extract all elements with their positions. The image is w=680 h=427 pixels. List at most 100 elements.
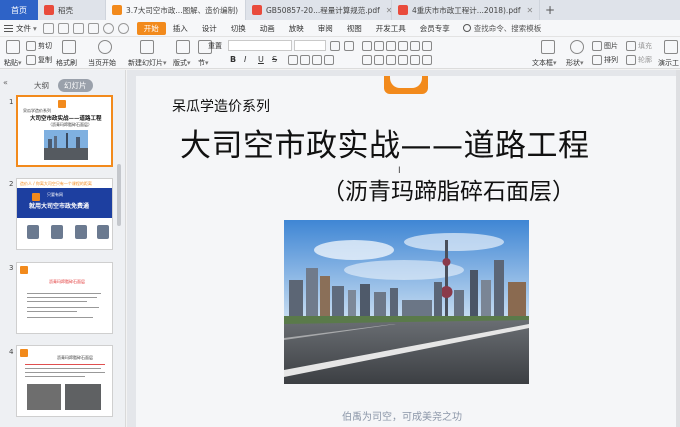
close-tab-icon[interactable]: ✕ — [526, 6, 533, 15]
cut-label: 剪切 — [38, 42, 52, 50]
outline-view-tab[interactable]: 大纲 — [34, 80, 49, 91]
layout-button[interactable]: 版式 ▾ — [173, 58, 191, 68]
city-road-photo[interactable] — [284, 220, 529, 384]
collapse-panel-icon[interactable]: « — [3, 78, 8, 87]
menu-label: 放映 — [288, 23, 304, 33]
menu-review[interactable]: 审阅 — [311, 22, 340, 35]
menu-insert[interactable]: 插入 — [166, 22, 195, 35]
fill-icon — [626, 41, 636, 51]
presenter-tool-button[interactable]: 演示工 — [658, 58, 679, 68]
outline-button[interactable]: 轮廓 — [626, 55, 652, 65]
export-icon[interactable] — [57, 22, 69, 34]
plus-icon: + — [544, 3, 556, 17]
arrange-button[interactable]: 排列 — [592, 55, 618, 65]
logo-icon — [20, 266, 28, 274]
tab-pdf-chongqing[interactable]: 4重庆市市政工程计...2018).pdf ✕ — [392, 0, 540, 20]
slide-editor-canvas: 呆瓜学造价系列 大司空市政实战——道路工程 I （沥青玛蹄脂碎石面层） 伯禹为司… — [127, 70, 680, 427]
bold-button[interactable]: B — [230, 55, 236, 64]
command-search[interactable]: 查找命令、搜索模板 — [462, 23, 541, 34]
save-icon[interactable] — [42, 22, 54, 34]
decrease-font-button[interactable] — [344, 41, 356, 51]
slides-view-tab[interactable]: 幻灯片 — [58, 79, 93, 92]
cut-button[interactable]: 剪切 — [26, 41, 52, 51]
paragraph-group-bottom[interactable] — [362, 55, 434, 65]
italic-button[interactable]: I — [244, 55, 246, 64]
strikethrough-button[interactable]: S — [272, 55, 277, 64]
tab-label: 3.7大司空市政...图解、造价编制) — [126, 5, 239, 15]
font-color-button[interactable] — [288, 55, 336, 65]
indent-decrease-icon — [386, 41, 396, 51]
format-painter-icon[interactable] — [62, 40, 76, 54]
menu-view[interactable]: 视图 — [340, 22, 369, 35]
thumb-heading: 沥青玛蹄脂碎石面层 — [49, 279, 85, 284]
menu-slideshow[interactable]: 放映 — [282, 22, 311, 35]
slide-thumbnail-2[interactable]: 造价人 / 你离大司空只有一个课程的距离 只要有网 就用大司空市政免费通 — [16, 178, 113, 250]
menu-label: 设计 — [201, 23, 217, 33]
numbered-list-icon — [374, 41, 384, 51]
slide-number: 1 — [9, 98, 14, 106]
layout-icon[interactable] — [176, 40, 190, 54]
copy-button[interactable]: 复制 — [26, 55, 52, 65]
slide-subtitle[interactable]: （沥青玛蹄脂碎石面层） — [322, 172, 575, 206]
current-slide[interactable]: 呆瓜学造价系列 大司空市政实战——道路工程 I （沥青玛蹄脂碎石面层） 伯禹为司… — [136, 76, 678, 427]
preview-icon[interactable] — [87, 22, 99, 34]
slide-thumbnail-1[interactable]: 呆瓜学造价系列 大司空市政实战——道路工程 （沥青玛蹄脂碎石面层） — [16, 95, 113, 167]
slide-brand[interactable]: 呆瓜学造价系列 — [172, 96, 270, 116]
tab-pdf-gb50857[interactable]: GB50857-20...程量计算规范.pdf ✕ — [246, 0, 392, 20]
font-size-select[interactable] — [294, 40, 326, 51]
tab-label: GB50857-20...程量计算规范.pdf — [266, 5, 380, 15]
shape-button[interactable]: 形状 ▾ — [566, 58, 584, 68]
undo-icon[interactable] — [102, 22, 114, 34]
slide-thumbnail-3[interactable]: 沥青玛蹄脂碎石面层 — [16, 262, 113, 334]
person-icon — [75, 225, 87, 239]
menu-developer[interactable]: 开发工具 — [369, 22, 413, 35]
reset-button[interactable]: 重置 — [196, 41, 222, 51]
thumb-heading: 沥青玛蹄脂碎石面层 — [57, 355, 93, 360]
presenter-tool-icon[interactable] — [664, 40, 678, 54]
file-menu[interactable]: 文件 ▾ — [0, 23, 41, 34]
person-icon — [27, 225, 39, 239]
logo-icon — [58, 100, 66, 108]
paste-icon[interactable] — [6, 40, 20, 54]
new-tab-button[interactable]: + — [540, 0, 560, 20]
docer-icon — [44, 5, 54, 15]
textbox-button[interactable]: 文本框 ▾ — [532, 58, 557, 68]
menu-label: 审阅 — [317, 23, 333, 33]
ribbon-toolbar: 粘贴 ▾ 剪切 复制 格式刷 当页开始 新建幻灯片 ▾ 版式 ▾ 节 ▾ 重置 B I … — [0, 37, 680, 69]
font-family-select[interactable] — [228, 40, 292, 51]
paragraph-group-top[interactable] — [362, 41, 434, 51]
slide-thumbnail-4[interactable]: 沥青玛蹄脂碎石面层 — [16, 345, 113, 417]
font-color-icon — [288, 55, 298, 65]
redo-icon[interactable] — [117, 22, 129, 34]
section-label: 节 — [198, 59, 205, 67]
menu-design[interactable]: 设计 — [195, 22, 224, 35]
canvas-scrollbar[interactable] — [676, 70, 680, 427]
print-icon[interactable] — [72, 22, 84, 34]
copy-label: 复制 — [38, 56, 52, 64]
panel-scrollbar[interactable] — [117, 164, 121, 226]
underline-button[interactable]: U — [258, 55, 264, 64]
new-slide-icon[interactable] — [140, 40, 154, 54]
menu-animation[interactable]: 动画 — [253, 22, 282, 35]
slide-title[interactable]: 大司空市政实战——道路工程 — [180, 120, 590, 165]
slide-footer[interactable]: 伯禹为司空，可成美尧之功 — [342, 408, 462, 423]
menu-label: 会员专享 — [419, 23, 450, 33]
tab-home[interactable]: 首页 — [0, 0, 38, 20]
paste-button[interactable]: 粘贴 ▾ — [4, 58, 22, 68]
fill-button[interactable]: 填充 — [626, 41, 652, 51]
picture-button[interactable]: 图片 — [592, 41, 618, 51]
format-painter-button[interactable]: 格式刷 — [56, 58, 77, 68]
increase-font-button[interactable] — [330, 41, 342, 51]
new-slide-button[interactable]: 新建幻灯片 ▾ — [128, 58, 167, 68]
slide-number: 3 — [9, 264, 14, 272]
play-from-current-button[interactable]: 当页开始 — [88, 58, 116, 68]
section-button[interactable]: 节 ▾ — [198, 58, 209, 68]
menu-transition[interactable]: 切换 — [224, 22, 253, 35]
tab-presentation[interactable]: 3.7大司空市政...图解、造价编制) ✕ — [106, 0, 246, 20]
play-icon[interactable] — [98, 40, 112, 54]
menu-home[interactable]: 开始 — [136, 21, 166, 35]
tab-docer[interactable]: 稻壳 — [38, 0, 106, 20]
textbox-icon[interactable] — [541, 40, 555, 54]
shape-icon[interactable] — [570, 40, 584, 54]
menu-member[interactable]: 会员专享 — [413, 22, 457, 35]
